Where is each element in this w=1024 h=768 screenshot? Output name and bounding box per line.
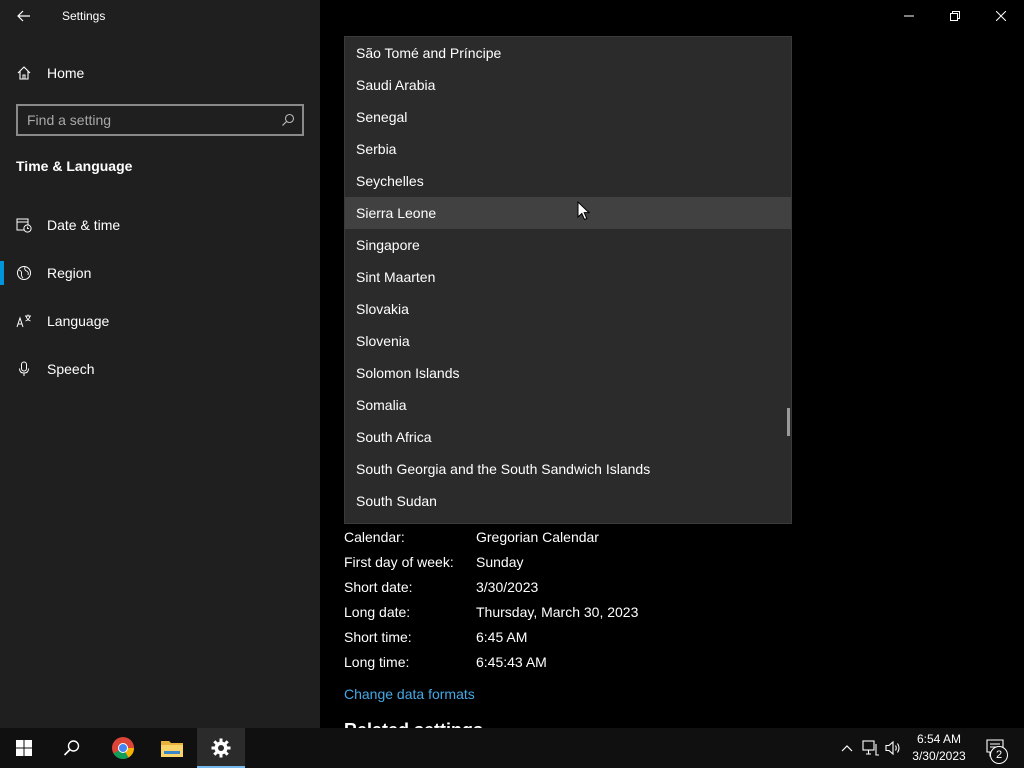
minimize-icon [904, 15, 914, 17]
dropdown-option[interactable]: Slovakia [345, 293, 791, 325]
country-dropdown-list[interactable]: São Tomé and Príncipe Saudi Arabia Seneg… [344, 36, 792, 524]
dropdown-option[interactable]: Saudi Arabia [345, 69, 791, 101]
dropdown-option-hovered[interactable]: Sierra Leone [345, 197, 791, 229]
search-icon[interactable] [274, 106, 302, 134]
dropdown-option[interactable]: Seychelles [345, 165, 791, 197]
sidebar-item-label: Speech [47, 361, 95, 377]
folder-icon [161, 741, 183, 757]
search-box[interactable] [16, 104, 304, 136]
dropdown-option[interactable]: Serbia [345, 133, 791, 165]
clock-calendar-icon [16, 217, 32, 233]
format-value: Thursday, March 30, 2023 [476, 603, 639, 620]
speaker-icon [885, 740, 900, 756]
regional-format-data: Calendar: Gregorian Calendar First day of… [344, 524, 804, 674]
chevron-up-icon [841, 745, 853, 752]
dropdown-scrollbar[interactable] [787, 408, 790, 436]
chrome-taskbar-button[interactable] [99, 728, 147, 768]
close-button[interactable] [978, 0, 1024, 32]
sidebar-item-region[interactable]: Region [0, 255, 320, 291]
format-row-long-date: Long date: Thursday, March 30, 2023 [344, 599, 804, 624]
sidebar-item-label: Date & time [47, 217, 121, 233]
format-key: Long time: [344, 653, 410, 670]
format-value: 6:45:43 AM [476, 653, 547, 670]
windows-logo-icon [16, 740, 32, 756]
format-value: 3/30/2023 [476, 578, 539, 595]
home-icon [16, 65, 32, 81]
microphone-icon [16, 361, 32, 377]
format-value: 6:45 AM [476, 628, 528, 645]
format-value: Sunday [476, 553, 524, 570]
dropdown-option[interactable]: Senegal [345, 101, 791, 133]
clock-date: 3/30/2023 [912, 749, 966, 763]
minimize-button[interactable] [886, 0, 932, 32]
search-icon [63, 740, 80, 756]
taskbar-search-button[interactable] [48, 728, 96, 768]
show-hidden-icons-button[interactable] [837, 738, 857, 758]
sidebar-item-date-time[interactable]: Date & time [0, 207, 320, 243]
dropdown-option[interactable]: Somalia [345, 389, 791, 421]
format-key: Calendar: [344, 528, 405, 545]
format-row-first-day: First day of week: Sunday [344, 549, 804, 574]
close-icon [996, 11, 1006, 21]
dropdown-option[interactable]: South Georgia and the South Sandwich Isl… [345, 453, 791, 485]
format-row-short-time: Short time: 6:45 AM [344, 624, 804, 649]
format-row-long-time: Long time: 6:45:43 AM [344, 649, 804, 674]
home-label: Home [47, 65, 85, 81]
related-settings-heading: Related settings [344, 720, 483, 728]
format-row-short-date: Short date: 3/30/2023 [344, 574, 804, 599]
search-input[interactable] [18, 106, 274, 134]
format-key: Short time: [344, 628, 412, 645]
dropdown-option[interactable]: Sint Maarten [345, 261, 791, 293]
dropdown-option[interactable]: Singapore [345, 229, 791, 261]
dropdown-option[interactable]: South Sudan [345, 485, 791, 517]
globe-icon [16, 265, 32, 281]
sidebar-item-label: Region [47, 265, 92, 281]
format-value: Gregorian Calendar [476, 528, 599, 545]
back-arrow-icon [17, 10, 30, 22]
dropdown-option[interactable]: Slovenia [345, 325, 791, 357]
main-content: Calendar: Gregorian Calendar First day of… [320, 0, 1024, 728]
format-row-calendar: Calendar: Gregorian Calendar [344, 524, 804, 549]
dropdown-option[interactable]: São Tomé and Príncipe [345, 37, 791, 69]
notification-count-badge: 2 [990, 746, 1008, 764]
dropdown-option[interactable]: Solomon Islands [345, 357, 791, 389]
network-button[interactable] [861, 738, 881, 758]
back-button[interactable] [6, 2, 42, 30]
sidebar-item-speech[interactable]: Speech [0, 351, 320, 387]
section-title: Time & Language [16, 158, 133, 174]
home-nav-item[interactable]: Home [0, 56, 320, 90]
network-icon [862, 740, 879, 756]
app-title: Settings [62, 9, 106, 23]
format-key: Long date: [344, 603, 411, 620]
mouse-pointer-icon [577, 201, 591, 221]
clock-time: 6:54 AM [916, 732, 962, 746]
taskbar-clock[interactable]: 6:54 AM 3/30/2023 [906, 731, 972, 765]
sidebar-item-language[interactable]: Language [0, 303, 320, 339]
settings-taskbar-button[interactable] [197, 728, 245, 768]
taskbar: 6:54 AM 3/30/2023 [0, 728, 1024, 768]
language-icon [16, 313, 32, 329]
sidebar: Settings Home Time & Language Date & tim… [0, 0, 320, 728]
format-key: Short date: [344, 578, 413, 595]
restore-icon [950, 11, 960, 21]
format-key: First day of week: [344, 553, 454, 570]
gear-icon [211, 738, 231, 758]
volume-button[interactable] [884, 738, 904, 758]
start-button[interactable] [0, 728, 48, 768]
chrome-icon [112, 737, 134, 759]
sidebar-item-label: Language [47, 313, 110, 329]
restore-button[interactable] [932, 0, 978, 32]
change-data-formats-link[interactable]: Change data formats [344, 686, 475, 702]
file-explorer-taskbar-button[interactable] [148, 728, 196, 768]
dropdown-option[interactable]: South Africa [345, 421, 791, 453]
